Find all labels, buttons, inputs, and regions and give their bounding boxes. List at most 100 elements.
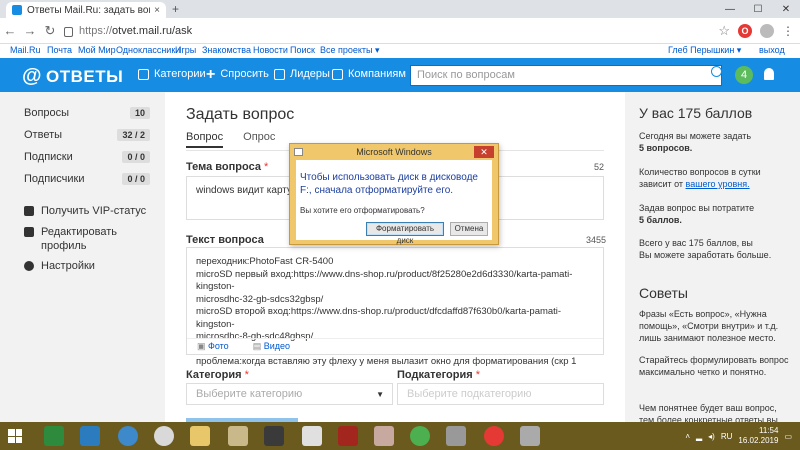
logout-link[interactable]: выход <box>759 45 785 55</box>
profile-avatar[interactable] <box>760 24 774 38</box>
search-icon[interactable] <box>711 66 722 77</box>
sidebar-item-count: 0 / 0 <box>122 173 150 185</box>
cancel-button[interactable]: Отмена <box>450 222 488 236</box>
category-select[interactable]: Выберите категорию ▼ <box>186 383 393 405</box>
volume-icon[interactable]: ◂) <box>708 432 715 441</box>
question-textarea[interactable]: переходник:PhotoFast CR-5400 microSD пер… <box>186 247 604 367</box>
subcategory-label-text: Подкатегория <box>397 369 473 381</box>
search-input[interactable]: Поиск по вопросам <box>410 65 722 86</box>
nav-categories[interactable]: Категории <box>138 68 206 80</box>
close-tab-icon[interactable]: × <box>154 5 160 16</box>
sidebar-link-vip[interactable]: Получить VIP-статус <box>24 204 146 218</box>
sidebar-item-followers[interactable]: Подписчики 0 / 0 <box>24 173 150 185</box>
clock[interactable]: 11:54 16.02.2019 <box>738 426 778 446</box>
app-grey-icon[interactable] <box>446 426 466 446</box>
bookmark-star-icon[interactable]: ☆ <box>718 23 730 39</box>
file-explorer-icon[interactable] <box>190 426 210 446</box>
textarea-line: microSD первый вход:https://www.dns-shop… <box>196 268 573 293</box>
portal-link-ok[interactable]: Одноклассники <box>116 45 180 55</box>
browser-tab[interactable]: Ответы Mail.Ru: задать вопрос × <box>6 2 166 18</box>
media-icon[interactable] <box>118 426 138 446</box>
sidebar-item-label: Ответы <box>24 129 63 141</box>
site-header: @ ОТВЕТЫ Категории + Спросить Лидеры Комп… <box>0 58 800 92</box>
excel-icon[interactable] <box>44 426 64 446</box>
start-button[interactable] <box>8 429 22 443</box>
nav-leaders[interactable]: Лидеры <box>274 68 330 80</box>
minimize-button[interactable]: — <box>716 0 744 18</box>
points-total: Всего у вас 175 баллов, вы Вы можете зара… <box>639 237 789 261</box>
notification-badge[interactable]: 4 <box>735 66 753 84</box>
dialog-message: Чтобы использовать диск в дисководе F:, … <box>300 172 478 196</box>
camera-icon[interactable] <box>264 426 284 446</box>
sidebar-item-questions[interactable]: Вопросы 10 <box>24 107 150 119</box>
back-icon[interactable]: ← <box>0 23 20 38</box>
categories-icon <box>138 68 149 80</box>
nav-companies[interactable]: Компаниям <box>332 68 406 80</box>
language-indicator[interactable]: RU <box>721 432 733 441</box>
portal-link-search[interactable]: Поиск <box>290 45 315 55</box>
portal-link-games[interactable]: Игры <box>175 45 196 55</box>
dialog-question: Вы хотите его отформатировать? <box>300 206 425 215</box>
leaders-icon <box>274 68 285 80</box>
left-sidebar: Вопросы 10 Ответы 32 / 2 Подписки 0 / 0 … <box>0 92 165 422</box>
portal-link-dating[interactable]: Знакомства <box>202 45 251 55</box>
main-content: Задать вопрос Вопрос Опрос Тема вопроса … <box>165 92 625 424</box>
url-field[interactable]: https://otvet.mail.ru/ask <box>64 25 192 37</box>
maximize-button[interactable]: ☐ <box>744 0 772 18</box>
windows-taskbar: ˄ ▂ ◂) RU 11:54 16.02.2019 ▭ <box>0 422 800 450</box>
app-icon[interactable] <box>80 426 100 446</box>
extension-icon[interactable]: О <box>738 24 752 38</box>
app-pink-icon[interactable] <box>374 426 394 446</box>
sidebar-item-label: Подписчики <box>24 173 85 185</box>
clock-time: 11:54 <box>759 426 779 435</box>
new-tab-button[interactable]: + <box>172 3 188 15</box>
dialog-close-button[interactable]: ✕ <box>474 146 494 158</box>
attach-photo-button[interactable]: Фото <box>197 341 229 352</box>
sidebar-item-subscriptions[interactable]: Подписки 0 / 0 <box>24 151 150 163</box>
attach-video-button[interactable]: Видео <box>253 341 290 352</box>
printer-icon[interactable] <box>520 426 540 446</box>
portal-link-mail[interactable]: Почта <box>47 45 72 55</box>
nav-ask[interactable]: + Спросить <box>206 66 269 82</box>
tab-title: Ответы Mail.Ru: задать вопрос <box>27 4 150 16</box>
site-logo[interactable]: @ ОТВЕТЫ <box>22 65 123 88</box>
close-window-button[interactable]: ✕ <box>772 0 800 18</box>
portal-link-news[interactable]: Новости <box>253 45 288 55</box>
app-red-icon[interactable] <box>338 426 358 446</box>
tip-2: Старайтесь формулировать вопрос максимал… <box>639 355 789 377</box>
textarea-line: проблема:когда вставляю эту флеху у меня… <box>196 355 577 367</box>
sidebar-item-answers[interactable]: Ответы 32 / 2 <box>24 129 150 141</box>
tool-icon[interactable] <box>228 426 248 446</box>
network-icon[interactable]: ▂ <box>696 432 702 441</box>
notifications-icon[interactable]: ▭ <box>784 432 792 441</box>
right-info-panel: У вас 175 баллов Сегодня вы можете задат… <box>625 92 800 425</box>
attach-bar: Фото Видео <box>187 338 603 354</box>
vip-icon <box>24 206 34 216</box>
sidebar-item-label: Подписки <box>24 151 73 163</box>
game-icon[interactable] <box>154 426 174 446</box>
tray-arrow-icon[interactable]: ˄ <box>685 432 690 441</box>
subcategory-placeholder: Выберите подкатегорию <box>407 388 532 400</box>
sidebar-link-settings[interactable]: Настройки <box>24 259 95 273</box>
forward-icon[interactable]: → <box>20 23 40 38</box>
subcategory-select[interactable]: Выберите подкатегорию <box>397 383 604 405</box>
clock-date: 16.02.2019 <box>738 436 779 445</box>
yandex-icon[interactable] <box>302 426 322 446</box>
pencil-icon <box>24 227 34 237</box>
textarea-line: microsdhc-32-gb-sdcs32gbsp/ <box>196 293 324 305</box>
tab-poll[interactable]: Опрос <box>243 131 275 148</box>
tab-question[interactable]: Вопрос <box>186 131 224 148</box>
points-cost: Задав вопрос вы потратите 5 баллов. <box>639 202 789 226</box>
portal-link-all-projects[interactable]: Все проекты ▾ <box>320 45 380 56</box>
user-menu[interactable]: Глеб Перышкин ▾ <box>668 45 741 56</box>
yandex-browser-icon[interactable] <box>484 426 504 446</box>
level-link[interactable]: вашего уровня. <box>686 179 750 189</box>
browser-menu-icon[interactable]: ⋮ <box>782 24 794 38</box>
portal-link-myworld[interactable]: Мой Мир <box>78 45 116 55</box>
chrome-icon[interactable] <box>410 426 430 446</box>
reload-icon[interactable]: ↻ <box>40 23 60 39</box>
portal-link-mailru[interactable]: Mail.Ru <box>10 45 41 55</box>
format-disk-button[interactable]: Форматировать диск <box>366 222 444 245</box>
bell-icon[interactable] <box>764 68 774 80</box>
sidebar-link-edit-profile[interactable]: Редактировать профиль <box>24 225 134 253</box>
